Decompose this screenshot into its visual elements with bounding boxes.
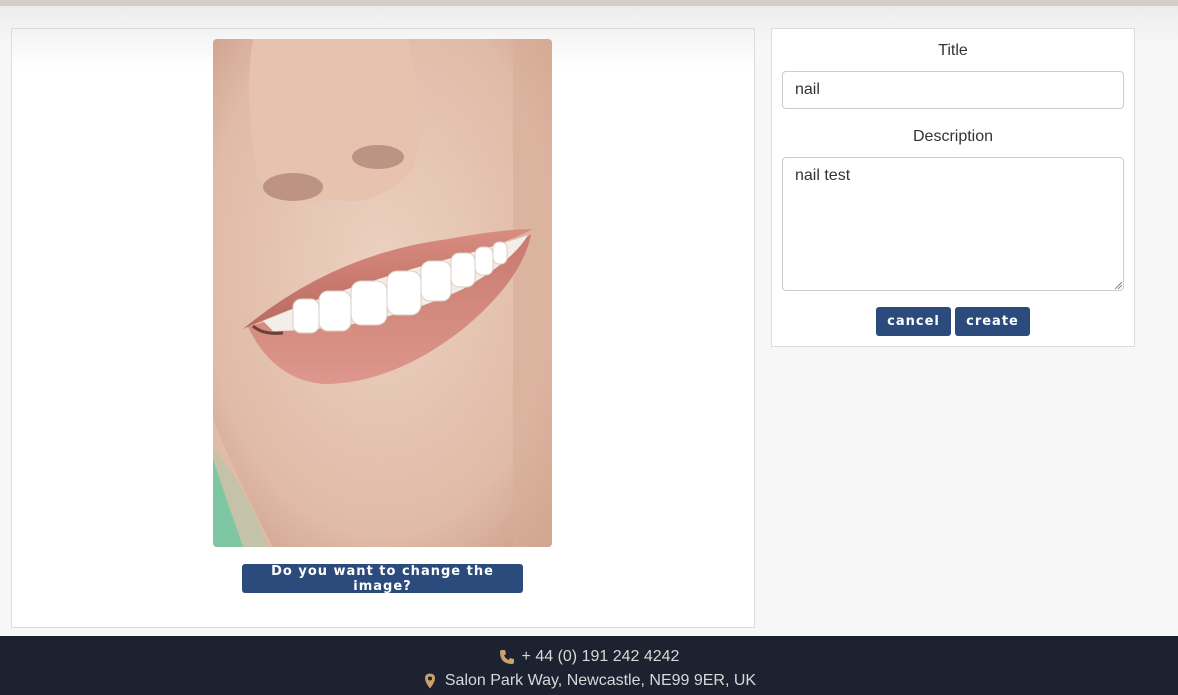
footer-phone: + 44 (0) 191 242 4242 xyxy=(0,648,1178,666)
change-image-button[interactable]: Do you want to change the image? xyxy=(242,564,523,594)
footer-address-text: Salon Park Way, Newcastle, NE99 9ER, UK xyxy=(444,672,757,689)
service-photo xyxy=(213,39,552,547)
phone-icon xyxy=(499,649,515,665)
create-button[interactable]: create xyxy=(955,307,1030,336)
title-input[interactable] xyxy=(782,71,1124,109)
edit-form-card: Title Description nail test cancel creat… xyxy=(771,28,1135,347)
image-card: Do you want to change the image? xyxy=(11,28,755,628)
map-pin-icon xyxy=(422,673,438,689)
description-textarea[interactable]: nail test xyxy=(782,157,1124,291)
site-footer: + 44 (0) 191 242 4242 Salon Park Way, Ne… xyxy=(0,636,1178,695)
resize-grip-icon[interactable] xyxy=(1114,281,1122,289)
description-label: Description xyxy=(912,128,994,145)
footer-address: Salon Park Way, Newcastle, NE99 9ER, UK xyxy=(0,672,1178,690)
cancel-button[interactable]: cancel xyxy=(876,307,951,336)
title-label: Title xyxy=(938,42,968,59)
footer-phone-text[interactable]: + 44 (0) 191 242 4242 xyxy=(522,648,680,666)
